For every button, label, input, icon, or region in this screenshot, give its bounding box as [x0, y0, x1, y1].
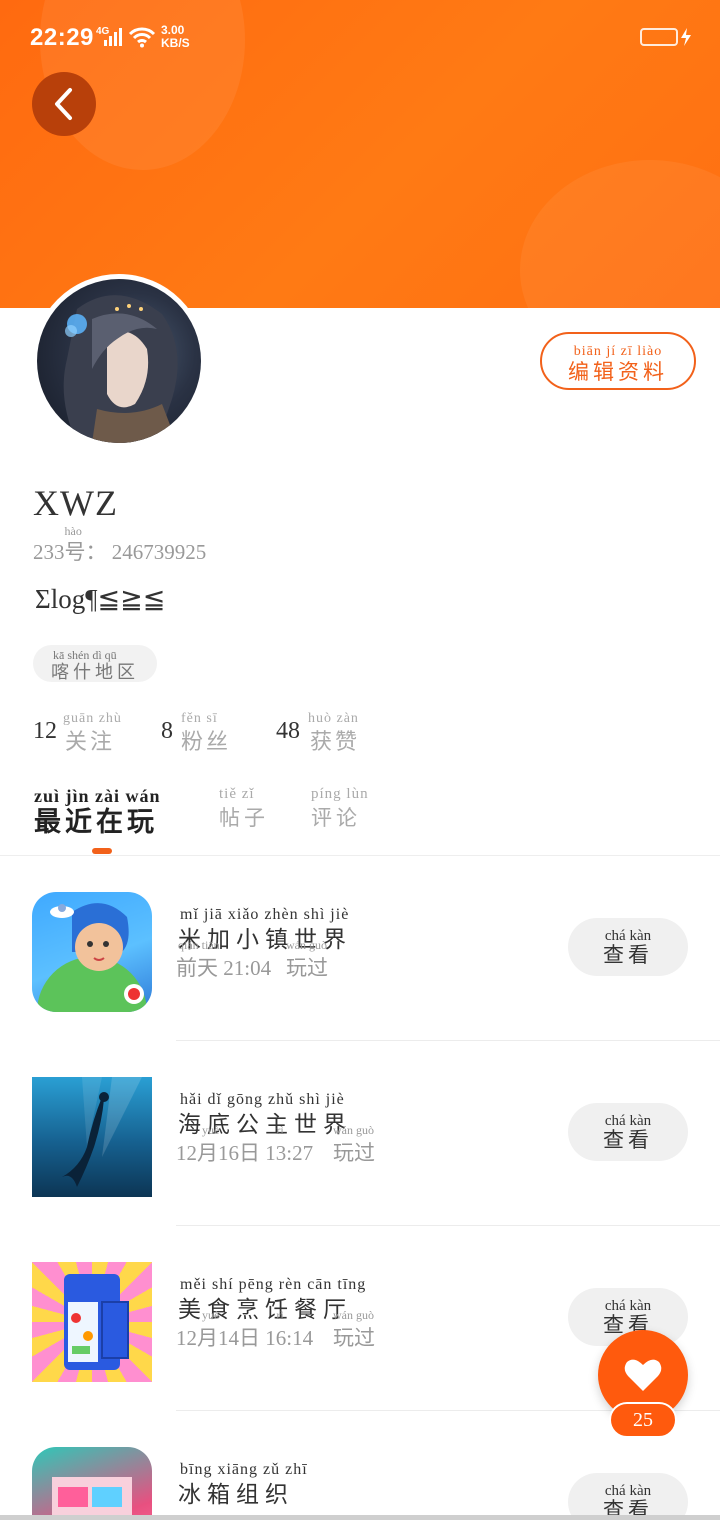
banner-decoration: [520, 160, 720, 308]
avatar-illustration: [63, 295, 178, 443]
back-button[interactable]: [32, 72, 96, 136]
played-ruby: wán guò: [286, 938, 327, 952]
battery-icon: [640, 28, 678, 46]
played-label: 玩过: [333, 1141, 375, 1165]
time-text: 12月16日 13:27: [176, 1141, 314, 1165]
tab-pinyin: tiě zǐ: [219, 786, 255, 802]
list-item[interactable]: mǐ jiā xiǎo zhèn shì jiè 米加小镇世界 qián tiā…: [0, 856, 720, 1041]
like-count-badge: 25: [609, 1402, 677, 1438]
signal-icon: [104, 28, 122, 46]
game-title-text: 冰箱组织: [178, 1482, 294, 1507]
played-label: 玩过: [333, 1326, 375, 1350]
region-tag: kā shén dì qū 喀什地区: [33, 645, 157, 682]
view-button[interactable]: chá kàn 查看: [568, 1473, 688, 1520]
user-bio: Σlog¶≦≧≦: [35, 584, 166, 614]
avatar[interactable]: [32, 274, 206, 448]
game-icon: [32, 1077, 152, 1197]
time-ruby: qián tiān: [178, 938, 220, 952]
stat-count: 8: [161, 718, 173, 744]
active-tab-indicator: [92, 848, 112, 854]
network-speed: 3.00 KB/S: [161, 24, 190, 50]
stat-label: 粉丝: [181, 729, 232, 754]
status-bar: 22:29 4G 3.00 KB/S: [0, 20, 720, 60]
view-button[interactable]: chá kàn 查看: [568, 1103, 688, 1161]
id-char: hào 号: [64, 524, 86, 566]
region-pinyin: kā shén dì qū: [53, 648, 117, 662]
heart-icon: [624, 1359, 662, 1391]
username: XWZ: [33, 483, 118, 523]
status-time: 22:29: [30, 24, 94, 51]
tab-pinyin: píng lùn: [311, 786, 369, 802]
user-id: 233 hào 号： 246739925: [33, 524, 207, 566]
id-char-text: 号: [64, 540, 86, 564]
stat-count: 12: [33, 718, 57, 744]
mermaid-game-artwork: [62, 1077, 142, 1187]
avatar-image: [37, 279, 201, 443]
played-label: 玩过: [286, 956, 328, 980]
list-item[interactable]: hǎi dǐ gōng zhǔ shì jiè 海底公主世界 yuè rì 12…: [0, 1041, 720, 1226]
id-separator: ：: [85, 540, 107, 564]
id-prefix: 233: [33, 540, 65, 564]
game-icon: [32, 1262, 152, 1382]
id-ruby: hào: [64, 524, 82, 538]
time-ruby: yuè rì: [202, 1123, 284, 1137]
bottom-scroll-bar: [0, 1515, 720, 1520]
view-button[interactable]: chá kàn 查看: [568, 918, 688, 976]
view-button-label: 查看: [603, 1128, 653, 1152]
profile-stats: 12 guān zhù 关注 8 fěn sī 粉丝 48 huò zàn 获赞: [33, 710, 433, 754]
played-ruby: wán guò: [333, 1123, 374, 1137]
content-tabs: zuì jìn zài wán 最近在玩 tiě zǐ 帖子 píng lùn …: [0, 780, 720, 856]
played-ruby: wán guò: [333, 1308, 374, 1322]
stat-label: 获赞: [310, 729, 361, 754]
wifi-icon: [128, 27, 156, 48]
edit-profile-button[interactable]: biān jí zī liào 编辑资料: [540, 332, 696, 390]
id-value: 246739925: [111, 540, 207, 564]
kitchen-game-artwork: [64, 1274, 129, 1370]
game-icon: [32, 892, 152, 1012]
charging-icon: [681, 28, 691, 46]
time-ruby: yuè rì: [202, 1308, 284, 1322]
town-game-artwork: [37, 903, 147, 1012]
view-button-label: 查看: [603, 943, 653, 967]
tab-label: 最近在玩: [34, 807, 158, 837]
chevron-left-icon: [55, 88, 72, 120]
stat-label: 关注: [65, 729, 116, 754]
speed-unit: KB/S: [161, 36, 190, 50]
tab-label: 评论: [311, 806, 361, 830]
time-text: 前天 21:04: [176, 956, 272, 980]
time-text: 12月14日 16:14: [176, 1326, 314, 1350]
game-icon: [32, 1447, 152, 1520]
fridge-game-artwork: [52, 1477, 132, 1520]
edit-profile-label: 编辑资料: [568, 360, 668, 384]
header-banner: 22:29 4G 3.00 KB/S: [0, 0, 720, 308]
stat-count: 48: [276, 718, 300, 744]
tab-label: 帖子: [219, 806, 269, 830]
